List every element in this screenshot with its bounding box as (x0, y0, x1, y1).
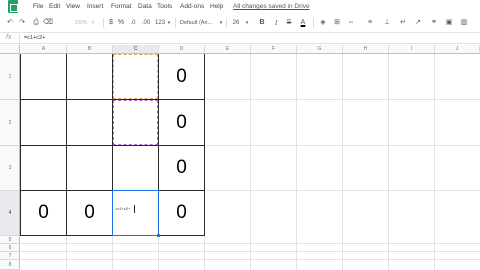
undo-icon[interactable]: ↶ (5, 17, 15, 29)
menu-help[interactable]: Help (210, 3, 223, 10)
zoom-chevron-down-icon: ▾ (91, 20, 95, 26)
gridline (342, 54, 343, 270)
gridline (296, 54, 297, 270)
row-header-3[interactable]: 3 (0, 146, 20, 191)
gridline (250, 54, 251, 270)
row-header-8[interactable]: 8 (0, 260, 20, 270)
text-cursor (134, 205, 135, 213)
text-wrapping-icon[interactable]: ↵ (398, 17, 408, 29)
row-header-2[interactable]: 2 (0, 100, 20, 146)
cell-d2[interactable]: 0 (159, 113, 204, 133)
toolbar-divider (175, 18, 176, 28)
gridline (20, 243, 480, 244)
formula-bar: fx =c1+c2+ (0, 32, 480, 44)
menu-tools[interactable]: Tools (157, 3, 172, 10)
font-chevron-down-icon: ▾ (219, 20, 223, 26)
zoom-select[interactable]: 100% (72, 17, 90, 29)
currency-format-button[interactable]: $ (107, 17, 115, 29)
borders-icon[interactable]: ⊞ (332, 17, 342, 29)
cell-d4[interactable]: 0 (159, 203, 204, 223)
strikethrough-button[interactable]: S (285, 17, 293, 29)
redo-icon[interactable]: ↷ (17, 17, 27, 29)
font-size-chevron-down-icon: ▾ (245, 20, 249, 26)
cell-d3[interactable]: 0 (159, 158, 204, 178)
column-header-b[interactable]: B (67, 45, 113, 54)
insert-link-icon[interactable]: ⚭ (429, 17, 439, 29)
toolbar-divider (103, 18, 104, 28)
text-rotation-icon[interactable]: ↗ (413, 17, 423, 29)
gridline (434, 54, 435, 270)
gridline (204, 99, 480, 100)
paint-format-icon[interactable]: ⌫ (43, 17, 53, 29)
fill-color-icon[interactable]: ◈ (318, 17, 328, 29)
more-formats-chevron-down-icon: ▾ (167, 20, 171, 26)
more-formats-button[interactable]: 123 (154, 17, 166, 29)
print-icon[interactable]: ⎙ (31, 17, 41, 29)
column-header-d[interactable]: D (159, 45, 205, 54)
toolbar-divider (313, 18, 314, 28)
gridline (66, 236, 67, 270)
column-header-h[interactable]: H (343, 45, 389, 54)
row-header-5[interactable]: 5 (0, 236, 20, 244)
menu-format[interactable]: Format (111, 3, 132, 10)
sheets-logo-icon[interactable] (8, 0, 18, 13)
formula-input[interactable]: =c1+c2+ (24, 35, 45, 41)
gridline (20, 251, 480, 252)
gridline (204, 236, 205, 270)
menu-view[interactable]: View (66, 3, 80, 10)
formula-bar-divider (19, 34, 20, 43)
menu-data[interactable]: Data (138, 3, 152, 10)
column-header-j[interactable]: J (435, 45, 480, 54)
range-highlight-c1 (113, 54, 158, 99)
menu-insert[interactable]: Insert (87, 3, 103, 10)
text-color-button[interactable]: A (299, 17, 307, 29)
range-highlight-c2 (113, 100, 158, 145)
percent-format-button[interactable]: % (117, 17, 125, 29)
cell-d1[interactable]: 0 (159, 67, 204, 87)
cell-b4[interactable]: 0 (67, 203, 112, 223)
select-all-corner[interactable] (0, 45, 20, 54)
horizontal-align-icon[interactable]: ≡ (365, 17, 375, 29)
decrease-decimal-button[interactable]: .0 (128, 17, 138, 29)
spreadsheet-window: File Edit View Insert Format Data Tools … (0, 0, 480, 270)
row-header-4[interactable]: 4 (0, 191, 20, 236)
column-header-e[interactable]: E (205, 45, 251, 54)
increase-decimal-button[interactable]: .00 (140, 17, 152, 29)
fx-icon: fx (6, 34, 12, 41)
insert-chart-icon[interactable]: ▥ (459, 17, 469, 29)
cell-a4[interactable]: 0 (21, 203, 66, 223)
gridline (388, 54, 389, 270)
save-status-link[interactable]: All changes saved in Drive (233, 3, 310, 10)
font-size-select[interactable]: 26 (230, 17, 242, 29)
cell-c4-editor[interactable]: =c1+c2+ (115, 206, 130, 211)
column-header-g[interactable]: G (297, 45, 343, 54)
toolbar: ↶ ↷ ⎙ ⌫ 100% ▾ $ % .0 .00 123 ▾ Default … (0, 15, 480, 31)
gridline (20, 259, 480, 260)
column-header-f[interactable]: F (251, 45, 297, 54)
column-header-i[interactable]: I (389, 45, 435, 54)
gridline (204, 145, 480, 146)
column-header-a[interactable]: A (21, 45, 67, 54)
gridline (158, 236, 159, 270)
merge-cells-icon[interactable]: ⇔ (346, 17, 356, 29)
menu-add-ons[interactable]: Add-ons (180, 3, 204, 10)
row-header-7[interactable]: 7 (0, 252, 20, 260)
fill-handle[interactable] (157, 234, 160, 237)
active-cell-c4[interactable] (112, 190, 159, 236)
row-header-6[interactable]: 6 (0, 244, 20, 252)
vertical-align-icon[interactable]: ⊥ (382, 17, 392, 29)
toolbar-divider (226, 18, 227, 28)
gridline (112, 236, 113, 270)
menu-file[interactable]: File (33, 3, 43, 10)
column-header-c[interactable]: C (113, 45, 159, 54)
insert-comment-icon[interactable]: ▣ (444, 17, 454, 29)
menu-bar: File Edit View Insert Format Data Tools … (0, 0, 480, 14)
cell-border (20, 145, 205, 146)
gridline (204, 190, 480, 191)
menu-edit[interactable]: Edit (49, 3, 60, 10)
bold-button[interactable]: B (258, 17, 266, 29)
italic-button[interactable]: I (272, 17, 280, 29)
row-header-1[interactable]: 1 (0, 54, 20, 100)
font-family-select[interactable]: Default (Ari... (180, 17, 218, 29)
